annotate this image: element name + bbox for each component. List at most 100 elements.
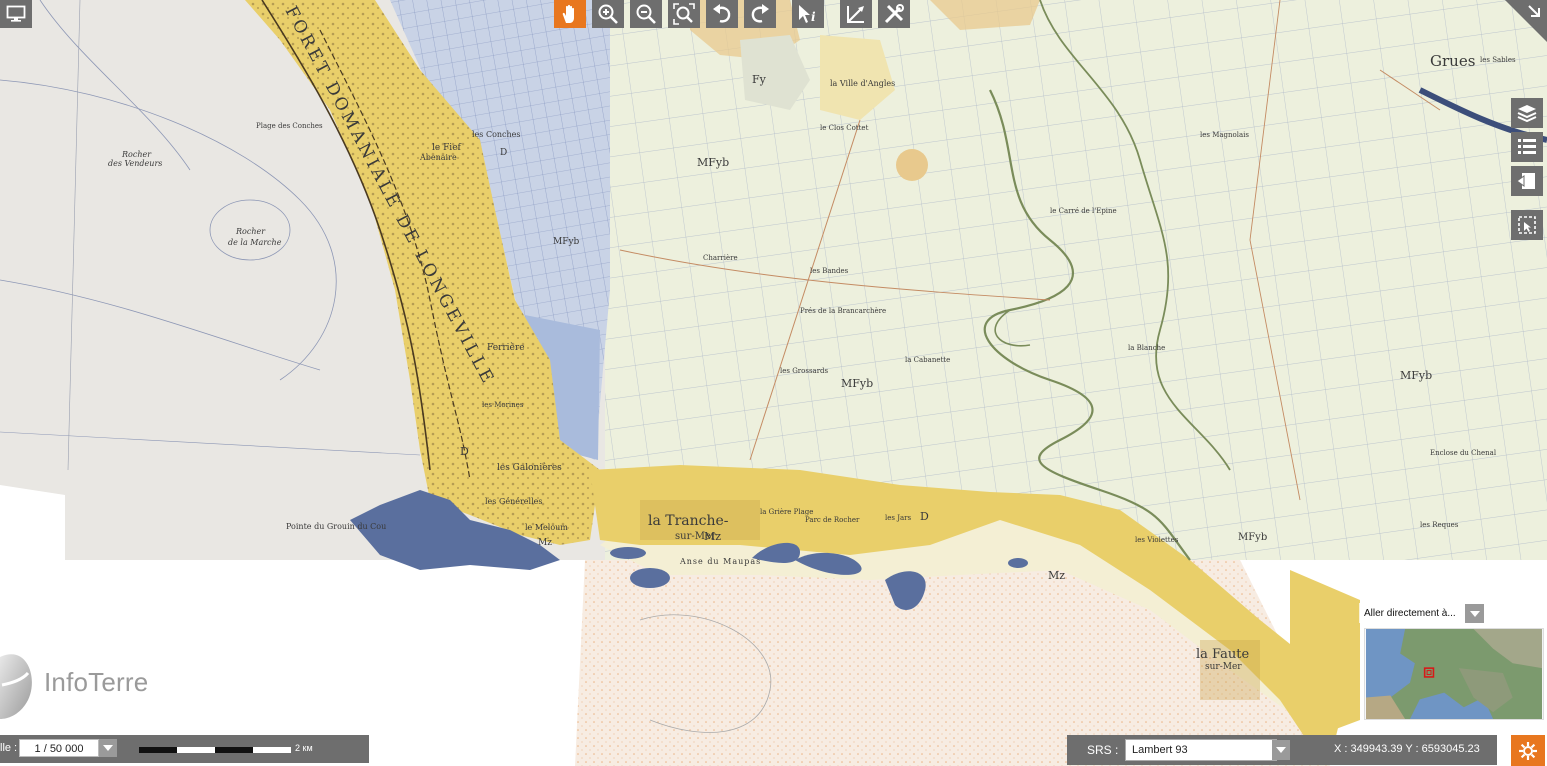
geological-map[interactable]: FORET DOMANIALE DE LONGEVILLE la Tranche…	[0, 0, 1547, 766]
label-blanche: la Blanche	[1128, 344, 1165, 352]
select-area-button[interactable]	[1511, 210, 1543, 240]
settings-button[interactable]	[1511, 735, 1545, 766]
label-faute-2: sur-Mer	[1205, 662, 1242, 672]
label-anse: Anse du Maupas	[679, 557, 761, 566]
tools-button[interactable]	[878, 0, 910, 28]
label-brancarchere: Prés de la Brancarchère	[800, 307, 886, 315]
layers-button[interactable]	[1511, 98, 1543, 128]
label-mfy-3: MFyb	[841, 377, 873, 390]
overview-map[interactable]	[1364, 628, 1544, 720]
fullscreen-toggle-button[interactable]	[0, 0, 32, 28]
hand-icon	[562, 4, 574, 23]
layers-icon	[1517, 105, 1537, 123]
goto-dropdown-button[interactable]	[1465, 604, 1484, 623]
label-tranche: la Tranche-	[648, 513, 729, 529]
chevron-down-icon	[1276, 747, 1286, 753]
label-jars: les Jars	[885, 514, 912, 522]
tools-icon	[884, 4, 904, 24]
scale-dropdown-button[interactable]	[99, 739, 117, 757]
cursor-coordinates: X : 349943.39 Y : 6593045.23	[1334, 743, 1480, 755]
label-grues: Grues	[1430, 52, 1475, 70]
monitor-icon	[6, 5, 26, 22]
app-name: InfoTerre	[44, 667, 149, 697]
coordinates-bar: SRS : Lambert 93 X : 349943.39 Y : 65930…	[1067, 735, 1497, 765]
label-sables: les Sables	[1480, 56, 1516, 64]
label-ville: la Ville d'Angles	[830, 79, 895, 88]
label-mfy-5: MFyb	[1238, 532, 1267, 543]
info-pointer-icon: i	[799, 5, 816, 24]
label-meloum: le Meloum	[525, 523, 568, 532]
zoom-in-icon	[598, 4, 618, 24]
label-mz-2: Mz	[1048, 569, 1065, 582]
scale-input[interactable]: 1 / 50 000	[19, 739, 99, 757]
label-clos: le Clos Cottet	[820, 124, 869, 132]
label-fief: le Fief	[432, 143, 462, 153]
info-button[interactable]: i	[792, 0, 824, 28]
label-galoinieres: les Galonières	[497, 462, 562, 473]
label-rocher-2b: de la Marche	[228, 238, 282, 247]
label-rocher-1: Rocher	[121, 150, 152, 159]
label-ferriere: Ferrière	[487, 342, 525, 353]
label-mz-1: Mz	[704, 530, 721, 543]
zoom-extent-button[interactable]	[668, 0, 700, 28]
label-rocher-2: Rocher	[235, 227, 266, 236]
scale-label: lle :	[0, 742, 18, 754]
label-d-2: D	[460, 445, 469, 458]
undo-icon	[713, 4, 731, 23]
label-abenaire: Abenaire	[419, 153, 457, 162]
label-grisla: la Grière Plage	[760, 508, 813, 516]
label-bandes: les Bandes	[810, 267, 849, 275]
label-plage-conches: Plage des Conches	[256, 122, 323, 130]
label-enclose: Enclose du Chenal	[1430, 449, 1497, 457]
label-d-1: D	[920, 510, 929, 523]
label-parc: Parc de Rocher	[805, 516, 860, 524]
srs-dropdown-button[interactable]	[1272, 740, 1290, 760]
measure-icon	[847, 6, 864, 23]
srs-select[interactable]: Lambert 93	[1125, 739, 1277, 761]
label-magnolais: les Magnolais	[1200, 131, 1249, 139]
svg-text:i: i	[811, 10, 816, 24]
goto-placeholder: Aller directement à...	[1364, 608, 1456, 619]
zoom-in-button[interactable]	[592, 0, 624, 28]
label-fy: Fy	[752, 73, 767, 86]
scale-ruler	[139, 747, 291, 753]
pan-button[interactable]	[554, 0, 586, 28]
undo-button[interactable]	[706, 0, 738, 28]
export-icon	[1516, 173, 1535, 189]
label-pointe: Pointe du Grouin du Cou	[286, 522, 386, 531]
label-viollettes: les Violettes	[1135, 536, 1179, 544]
srs-label: SRS :	[1087, 743, 1119, 757]
label-charriere: Charrière	[703, 254, 738, 262]
chevron-down-icon	[1469, 610, 1480, 617]
export-button[interactable]	[1511, 166, 1543, 196]
redo-icon	[751, 4, 769, 23]
scale-bar: lle : 1 / 50 000 2 км	[0, 735, 369, 763]
select-area-icon	[1518, 216, 1536, 234]
globe-logo-icon	[0, 654, 32, 719]
chevron-down-icon	[103, 745, 113, 751]
label-cabanette: la Cabanette	[905, 356, 950, 364]
label-reques: les Reques	[1420, 521, 1459, 529]
collapse-corner-button[interactable]	[1505, 0, 1547, 42]
label-mfy-1: MFyb	[697, 156, 729, 169]
label-d-3: D	[500, 148, 507, 158]
label-carre: le Carré de l'Epine	[1050, 207, 1117, 215]
legend-list-icon	[1518, 139, 1536, 154]
legend-button[interactable]	[1511, 132, 1543, 162]
label-mz-3: Mz	[538, 538, 552, 548]
zoom-out-button[interactable]	[630, 0, 662, 28]
label-grossards: les Grossards	[780, 367, 829, 375]
label-rocher-1b: des Vendeurs	[108, 159, 162, 168]
label-morines: les Morines	[482, 401, 524, 409]
label-mfy-2: MFyb	[553, 237, 580, 247]
measure-button[interactable]	[840, 0, 872, 28]
redo-button[interactable]	[744, 0, 776, 28]
label-faute: la Faute	[1196, 647, 1250, 662]
label-mfy-4: MFyb	[1400, 369, 1432, 382]
scale-distance: 2 км	[295, 743, 313, 753]
label-les-conches: les Conches	[472, 130, 521, 139]
zoom-extent-icon	[673, 3, 695, 25]
gear-icon	[1519, 741, 1537, 760]
label-generelles: les Générelles	[485, 497, 542, 506]
zoom-out-icon	[636, 4, 656, 24]
